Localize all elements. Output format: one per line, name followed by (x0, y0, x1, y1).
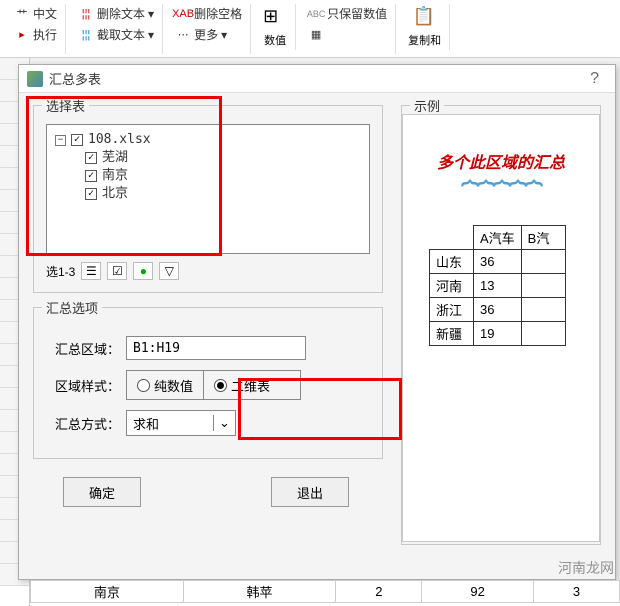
summary-dialog: 汇总多表 ? 选择表 − 108.xlsx 芜湖 南京 北京 选1-3 (18, 64, 616, 580)
ribbon-group-lang: 艹中文 ▸执行 (6, 4, 66, 54)
ribbon-toolbar: 艹中文 ▸执行 ¦¦¦删除文本▾ ¦¦¦截取文本▾ XAB删除空格 ⋯更多▾ ⊞… (0, 0, 620, 58)
ribbon-group-space: XAB删除空格 ⋯更多▾ (167, 4, 251, 54)
example-table: A汽车B汽 山东36 河南13 浙江36 新疆19 (429, 225, 566, 346)
dropdown-icon: ▾ (148, 7, 154, 21)
options-legend: 汇总选项 (42, 298, 102, 317)
delete-text-icon: ¦¦¦ (78, 6, 94, 22)
checkbox[interactable] (85, 170, 97, 182)
table-row: 新疆19 (430, 322, 566, 346)
refresh-icon[interactable]: ● (133, 262, 153, 280)
radio-numeric[interactable]: 纯数值 (127, 371, 204, 399)
range-input[interactable] (126, 336, 306, 360)
grid-button[interactable]: ▦ (306, 25, 389, 43)
selection-status: 选1-3 (46, 263, 75, 280)
combo-value: 求和 (127, 414, 213, 433)
app-icon (27, 71, 43, 87)
xab-icon: XAB (175, 6, 191, 22)
help-button[interactable]: ? (582, 70, 607, 88)
chevron-down-icon[interactable]: ⌄ (213, 415, 235, 431)
example-legend: 示例 (410, 96, 444, 115)
example-title: 多个此区域的汇总 (411, 149, 591, 173)
method-combo[interactable]: 求和 ⌄ (126, 410, 236, 436)
checkbox[interactable] (85, 188, 97, 200)
check-all-icon[interactable]: ☑ (107, 262, 127, 280)
tree-toolbar: 选1-3 ☰ ☑ ● ▽ (46, 262, 370, 280)
tree-item[interactable]: 芜湖 (55, 149, 361, 167)
table-tree[interactable]: − 108.xlsx 芜湖 南京 北京 (46, 124, 370, 254)
ribbon-group-text: ¦¦¦删除文本▾ ¦¦¦截取文本▾ (70, 4, 163, 54)
execute-button[interactable]: ▸执行 (12, 25, 59, 44)
delete-text-button[interactable]: ¦¦¦删除文本▾ (76, 4, 156, 23)
table-row: 山东36 (430, 250, 566, 274)
extract-text-icon: ¦¦¦ (78, 27, 94, 43)
collapse-icon[interactable]: − (55, 135, 66, 146)
ok-button[interactable]: 确定 (63, 477, 141, 507)
table-row: 浙江36 (430, 298, 566, 322)
example-area: 多个此区域的汇总 ⏞⏞⏞⏞⏞ A汽车B汽 山东36 河南13 浙江36 新疆19 (402, 114, 600, 542)
style-radio-group: 纯数值 二维表 (126, 370, 301, 400)
grid-icon: ▦ (308, 26, 324, 42)
brace-icon: ⏞⏞⏞⏞⏞ (411, 181, 591, 215)
options-group: 汇总选项 汇总区域： 区域样式： 纯数值 二维表 汇总方式： 求和 (33, 307, 383, 459)
tree-item[interactable]: 南京 (55, 167, 361, 185)
flag-icon: 艹 (14, 6, 30, 22)
dialog-title-bar[interactable]: 汇总多表 ? (19, 65, 615, 93)
spreadsheet-grid[interactable]: 南京韩苹2923 (30, 580, 620, 606)
select-table-group: 选择表 − 108.xlsx 芜湖 南京 北京 选1-3 ☰ ☑ ● (33, 105, 383, 293)
ribbon-group-keep: ABC只保留数值 ▦ (300, 4, 396, 54)
dialog-title: 汇总多表 (49, 69, 582, 88)
dropdown-icon: ▾ (221, 28, 227, 42)
delete-space-button[interactable]: XAB删除空格 (173, 4, 244, 23)
more-button[interactable]: ⋯更多▾ (173, 25, 244, 44)
keep-numbers-button[interactable]: ABC只保留数值 (306, 4, 389, 23)
more-icon: ⋯ (175, 27, 191, 43)
select-table-legend: 选择表 (42, 96, 89, 115)
table-row: 河南13 (430, 274, 566, 298)
lang-chinese-button[interactable]: 艹中文 (12, 4, 59, 23)
example-group: 示例 多个此区域的汇总 ⏞⏞⏞⏞⏞ A汽车B汽 山东36 河南13 浙江36 新… (401, 105, 601, 545)
play-icon: ▸ (14, 27, 30, 43)
watermark: 河南龙网 (558, 558, 614, 578)
radio-icon (214, 379, 227, 392)
checkbox-root[interactable] (71, 134, 83, 146)
checkbox[interactable] (85, 152, 97, 164)
dropdown-icon: ▾ (148, 28, 154, 42)
tree-root[interactable]: − 108.xlsx (55, 131, 361, 149)
radio-2d-table[interactable]: 二维表 (204, 371, 300, 399)
method-label: 汇总方式： (46, 414, 120, 433)
number-button[interactable]: ⊞ 数值 (255, 4, 296, 50)
copy-icon: 📋 (413, 6, 437, 30)
copy-button[interactable]: 📋 复制和 (400, 4, 450, 50)
abc-icon: ABC (308, 6, 324, 22)
extract-text-button[interactable]: ¦¦¦截取文本▾ (76, 25, 156, 44)
radio-icon (137, 379, 150, 392)
number-icon: ⊞ (263, 6, 287, 30)
range-label: 汇总区域： (46, 339, 120, 358)
list-icon[interactable]: ☰ (81, 262, 101, 280)
style-label: 区域样式： (46, 376, 120, 395)
cancel-button[interactable]: 退出 (271, 477, 349, 507)
filter-icon[interactable]: ▽ (159, 262, 179, 280)
tree-item[interactable]: 北京 (55, 185, 361, 203)
tree-root-label: 108.xlsx (88, 131, 151, 149)
